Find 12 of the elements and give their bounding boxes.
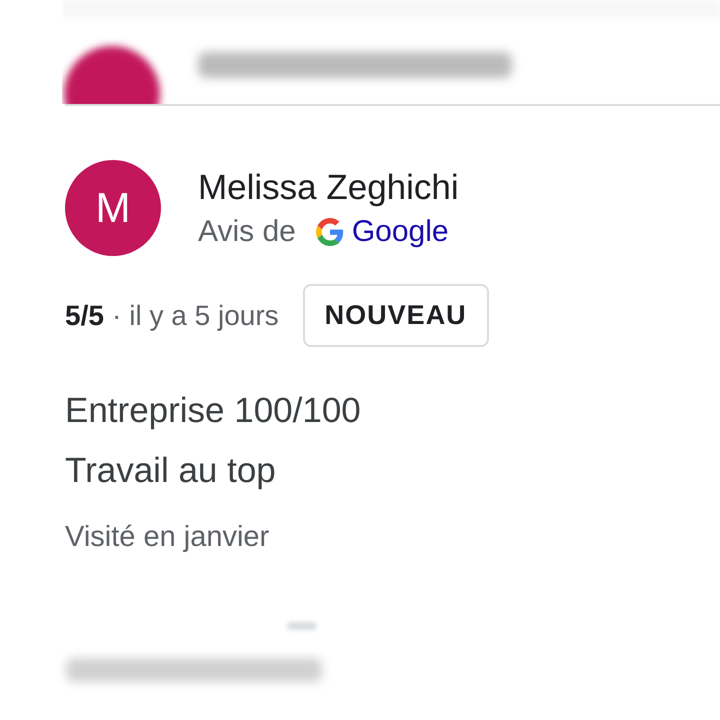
review-text: Travail au top [65,450,277,492]
source-name: Google [352,215,449,249]
new-badge: NOUVEAU [302,284,489,347]
google-g-icon [316,218,344,246]
author-name: Melissa Zeghichi [198,167,459,209]
source-label: Avis de [198,215,296,249]
rating: 5/5 [65,300,104,332]
separator-dot: · [112,300,122,332]
avatar: M [65,160,161,256]
review-text: Entreprise 100/100 [65,390,362,432]
visit-date: Visité en janvier [65,521,270,554]
review-time: il y a 5 jours [129,300,279,332]
